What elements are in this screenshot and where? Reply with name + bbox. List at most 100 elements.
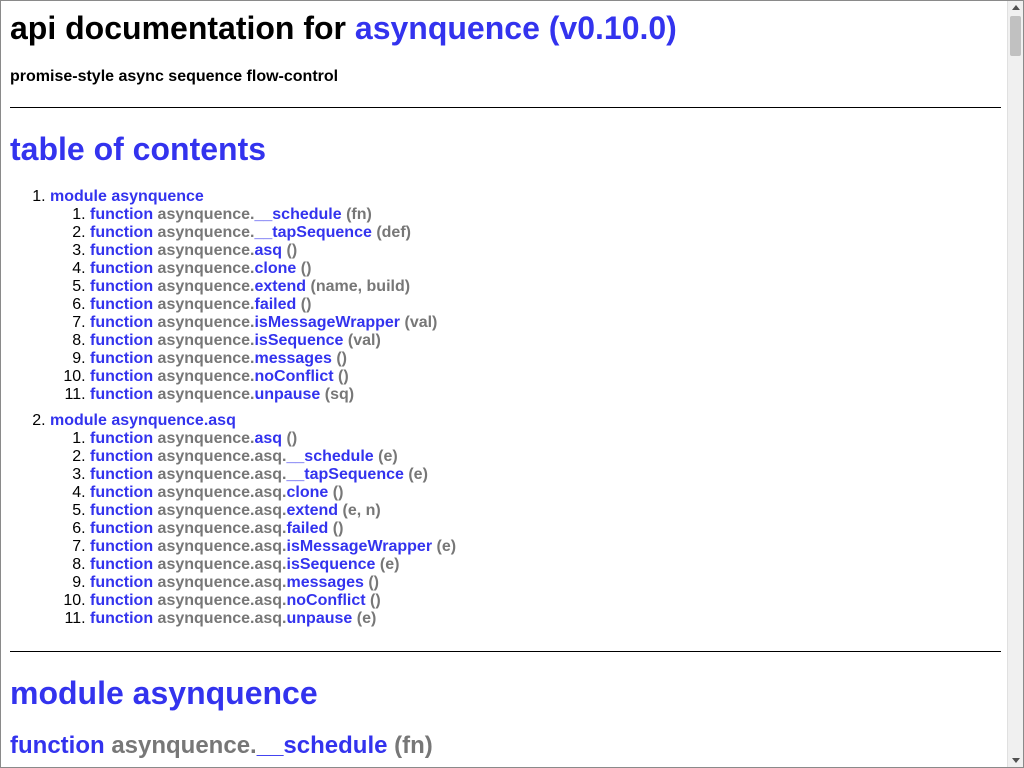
function-name: clone [254, 260, 297, 277]
function-prefix: asynquence. [157, 430, 255, 447]
function-prefix: asynquence. [157, 332, 255, 349]
toc-function-item: function asynquence.unpause (sq) [90, 386, 1001, 404]
toc-function-item: function asynquence.asq.extend (e, n) [90, 502, 1001, 520]
function-prefix: asynquence.asq. [157, 520, 287, 537]
toc-function-link[interactable]: function asynquence.asq.clone () [90, 484, 343, 501]
function-args: (fn) [394, 732, 433, 759]
function-args: () [300, 260, 312, 277]
function-args: () [286, 430, 298, 447]
function-prefix: asynquence.asq. [157, 538, 287, 555]
function-keyword: function [90, 242, 154, 259]
function-keyword: function [10, 732, 105, 759]
toc-function-link[interactable]: function asynquence.unpause (sq) [90, 386, 354, 403]
function-keyword: function [90, 332, 154, 349]
toc-function-item: function asynquence.noConflict () [90, 368, 1001, 386]
function-args: (sq) [324, 386, 355, 403]
function-args: () [300, 296, 312, 313]
function-name: asq [254, 242, 283, 259]
toc-function-link[interactable]: function asynquence.isSequence (val) [90, 332, 381, 349]
function-args: (e) [356, 610, 377, 627]
toc-function-item: function asynquence.asq.clone () [90, 484, 1001, 502]
toc-function-link[interactable]: function asynquence.asq.unpause (e) [90, 610, 376, 627]
toc-function-link[interactable]: function asynquence.failed () [90, 296, 311, 313]
toc-function-link[interactable]: function asynquence.isMessageWrapper (va… [90, 314, 437, 331]
toc-module-link[interactable]: module asynquence.asq [50, 412, 236, 429]
function-prefix: asynquence. [111, 732, 257, 759]
toc-function-link[interactable]: function asynquence.asq.isMessageWrapper… [90, 538, 456, 555]
toc-function-link[interactable]: function asynquence.asq.failed () [90, 520, 343, 537]
toc-function-list: function asynquence.asq ()function asynq… [50, 430, 1001, 628]
toc-function-link[interactable]: function asynquence.asq () [90, 430, 297, 447]
toc-function-link[interactable]: function asynquence.asq.extend (e, n) [90, 502, 381, 519]
function-args: (val) [347, 332, 381, 349]
divider [10, 651, 1001, 652]
function-keyword: function [90, 224, 154, 241]
package-version-link[interactable]: asynquence (v0.10.0) [355, 10, 677, 46]
toc-function-link[interactable]: function asynquence.clone () [90, 260, 311, 277]
function-prefix: asynquence. [157, 386, 255, 403]
function-name: isMessageWrapper [286, 538, 433, 555]
function-keyword: function [90, 574, 154, 591]
function-name: failed [254, 296, 297, 313]
function-keyword: function [90, 484, 154, 501]
page-title-prefix: api documentation for [10, 10, 355, 46]
toc-function-link[interactable]: function asynquence.asq.isSequence (e) [90, 556, 399, 573]
function-prefix: asynquence.asq. [157, 610, 287, 627]
function-name: isMessageWrapper [254, 314, 401, 331]
function-prefix: asynquence. [157, 296, 255, 313]
toc-function-item: function asynquence.clone () [90, 260, 1001, 278]
toc-function-item: function asynquence.__tapSequence (def) [90, 224, 1001, 242]
toc-function-link[interactable]: function asynquence.extend (name, build) [90, 278, 410, 295]
function-name: unpause [286, 610, 353, 627]
module-keyword: module [50, 188, 107, 205]
toc-module-link[interactable]: module asynquence [50, 188, 204, 205]
function-args: () [370, 592, 381, 609]
toc-function-link[interactable]: function asynquence.__tapSequence (def) [90, 224, 411, 241]
function-prefix: asynquence. [157, 278, 255, 295]
scroll-down-arrow-icon[interactable] [1008, 753, 1023, 767]
toc-function-link[interactable]: function asynquence.asq () [90, 242, 297, 259]
toc-function-link[interactable]: function asynquence.noConflict () [90, 368, 349, 385]
toc-function-item: function asynquence.asq.unpause (e) [90, 610, 1001, 628]
module-keyword: module [50, 412, 107, 429]
toc-function-item: function asynquence.asq () [90, 242, 1001, 260]
function-prefix: asynquence.asq. [157, 592, 287, 609]
function-keyword: function [90, 556, 154, 573]
function-name: clone [286, 484, 329, 501]
function-name: isSequence [254, 332, 344, 349]
function-prefix: asynquence.asq. [157, 556, 287, 573]
function-name: __schedule [256, 732, 388, 759]
toc-function-link[interactable]: function asynquence.asq.messages () [90, 574, 379, 591]
vertical-scrollbar[interactable] [1007, 1, 1023, 767]
toc-module-list: module asynquencefunction asynquence.__s… [10, 188, 1001, 628]
function-prefix: asynquence.asq. [157, 466, 287, 483]
function-prefix: asynquence. [157, 242, 255, 259]
toc-function-link[interactable]: function asynquence.asq.noConflict () [90, 592, 381, 609]
toc-function-link[interactable]: function asynquence.messages () [90, 350, 347, 367]
function-args: () [338, 368, 349, 385]
toc-function-link[interactable]: function asynquence.asq.__schedule (e) [90, 448, 398, 465]
toc-module-item: module asynquencefunction asynquence.__s… [50, 188, 1001, 404]
toc-function-link[interactable]: function asynquence.asq.__tapSequence (e… [90, 466, 428, 483]
function-keyword: function [90, 610, 154, 627]
function-name: asq [254, 430, 283, 447]
toc-function-item: function asynquence.asq.__tapSequence (e… [90, 466, 1001, 484]
function-prefix: asynquence. [157, 314, 255, 331]
package-description: promise-style async sequence flow-contro… [10, 68, 339, 85]
function-args: (fn) [346, 206, 372, 223]
function-keyword: function [90, 368, 154, 385]
function-heading[interactable]: function asynquence.__schedule (fn) [10, 732, 433, 760]
function-args: (name, build) [310, 278, 411, 295]
function-args: (val) [404, 314, 438, 331]
scroll-up-arrow-icon[interactable] [1008, 1, 1023, 15]
function-name: noConflict [286, 592, 366, 609]
function-keyword: function [90, 206, 154, 223]
function-keyword: function [90, 592, 154, 609]
toc-function-item: function asynquence.extend (name, build) [90, 278, 1001, 296]
toc-function-item: function asynquence.asq.noConflict () [90, 592, 1001, 610]
function-keyword: function [90, 538, 154, 555]
table-of-contents: module asynquencefunction asynquence.__s… [10, 188, 1001, 636]
toc-function-link[interactable]: function asynquence.__schedule (fn) [90, 206, 372, 223]
toc-heading: table of contents [10, 131, 267, 167]
scrollbar-thumb[interactable] [1010, 16, 1021, 56]
